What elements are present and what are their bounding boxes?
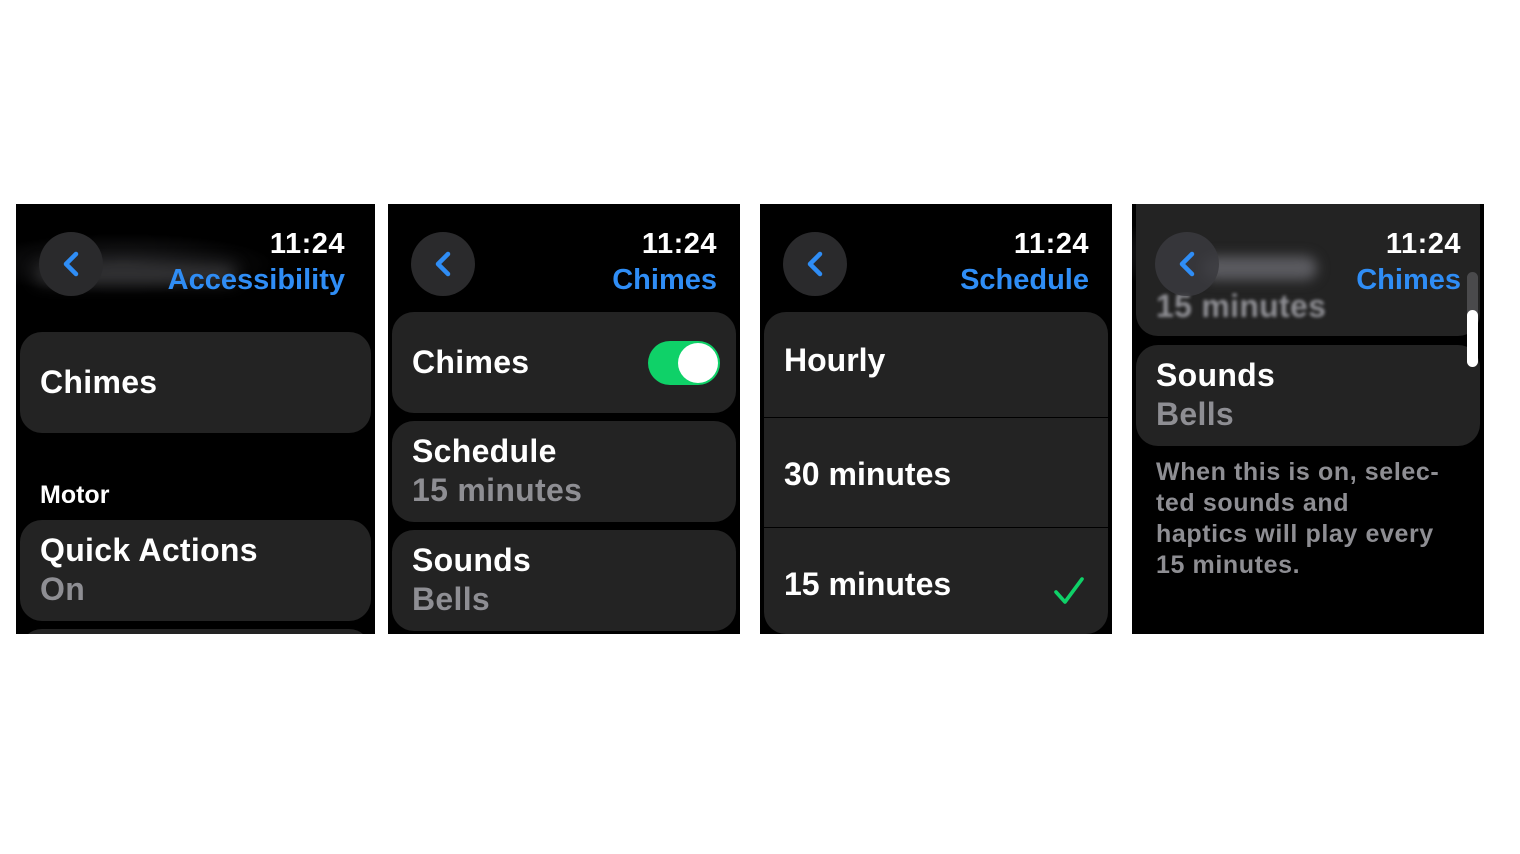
item-title: Schedule (412, 433, 557, 469)
item-title: Sounds (1156, 357, 1276, 393)
clock-time: 11:24 (641, 228, 717, 260)
list-item-schedule[interactable]: Schedule 15 minutes (392, 421, 736, 522)
back-button[interactable] (783, 232, 847, 296)
list-item-sounds[interactable]: Sounds Bells (1136, 345, 1480, 446)
list-item-chimes[interactable]: Chimes (20, 332, 371, 433)
scroll-thumb[interactable] (1467, 310, 1478, 367)
item-title: Sounds (412, 542, 532, 578)
chevron-left-icon (435, 251, 451, 277)
footer-line: 15 minutes. (1156, 551, 1301, 579)
clock-time: 11:24 (269, 228, 345, 260)
item-value: On (40, 571, 86, 607)
item-value: 15 minutes (412, 472, 583, 508)
watch-screen-accessibility: 11:24 Accessibility Chimes Motor Quick A… (16, 204, 375, 634)
chimes-footer-description: When this is on, selec- ted sounds and h… (1156, 457, 1466, 581)
nav-title: Accessibility (167, 264, 345, 296)
watch-screen-chimes-scrolled: 15 minutes 11:24 Chimes Sounds Bells Whe… (1132, 204, 1484, 634)
scroll-indicator[interactable] (1467, 272, 1478, 367)
checkmark-icon (1054, 577, 1084, 604)
nav-title: Chimes (612, 264, 717, 296)
option-label: 15 minutes (784, 566, 952, 602)
back-button[interactable] (39, 232, 103, 296)
toggle-label: Chimes (412, 344, 530, 380)
watch-screen-schedule: 11:24 Schedule Hourly 30 minutes 15 minu… (760, 204, 1112, 634)
footer-line: When this is on, selec- (1156, 458, 1440, 486)
list-item-quick-actions[interactable]: Quick Actions On (20, 520, 371, 621)
chevron-left-icon (807, 251, 823, 277)
list-item-sounds[interactable]: Sounds Bells (392, 530, 736, 631)
item-title: Quick Actions (40, 532, 258, 568)
clock-time: 11:24 (1385, 228, 1461, 260)
schedule-options: Hourly 30 minutes 15 minutes (764, 312, 1108, 634)
toggle-knob (678, 343, 718, 383)
option-label: 30 minutes (784, 456, 952, 492)
item-title: Chimes (40, 364, 158, 400)
item-value: Bells (412, 581, 490, 617)
nav-title: Schedule (960, 264, 1089, 296)
option-hourly[interactable]: Hourly (764, 312, 1108, 422)
option-30-minutes[interactable]: 30 minutes (764, 418, 1108, 528)
back-button[interactable] (411, 232, 475, 296)
back-button[interactable] (1155, 232, 1219, 296)
chimes-toggle[interactable] (648, 341, 720, 385)
option-label: Hourly (784, 342, 886, 378)
option-15-minutes[interactable]: 15 minutes (764, 528, 1108, 634)
chimes-toggle-row[interactable]: Chimes (392, 312, 736, 413)
chevron-left-icon (63, 251, 79, 277)
watch-screen-chimes: 11:24 Chimes Chimes Schedule 15 minutes … (388, 204, 740, 634)
nav-title: Chimes (1356, 264, 1461, 296)
footer-line: haptics will play every (1156, 520, 1434, 548)
blurred-header-content (1202, 256, 1317, 280)
section-header-motor: Motor (40, 481, 110, 509)
list-item-next-partial[interactable] (20, 629, 371, 634)
footer-line: ted sounds and (1156, 489, 1350, 517)
chevron-left-icon (1179, 251, 1195, 277)
clock-time: 11:24 (1013, 228, 1089, 260)
item-value: Bells (1156, 396, 1234, 432)
